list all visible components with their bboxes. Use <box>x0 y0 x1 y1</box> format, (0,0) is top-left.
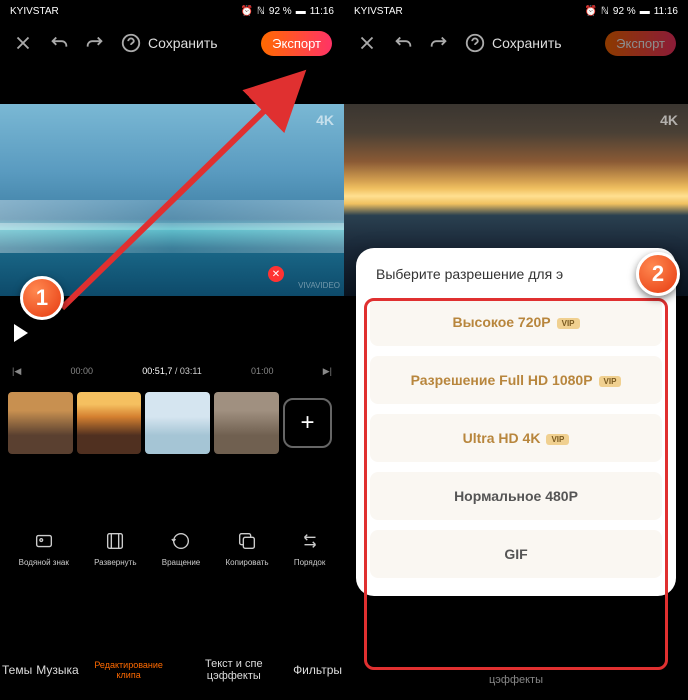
tab-effects-label: цэффекты <box>344 674 688 686</box>
alarm-icon: ⏰ <box>240 6 252 17</box>
undo-icon[interactable] <box>392 32 414 54</box>
timeline-end: 01:00 <box>251 366 274 376</box>
tab-text-effects[interactable]: Текст и спе цэффекты <box>177 654 292 686</box>
add-clip-button[interactable]: + <box>283 398 332 448</box>
save-button[interactable]: Сохранить <box>492 35 562 51</box>
timeline[interactable]: |◀ 00:00 00:51,7 / 03:11 01:00 ▶| <box>0 358 344 384</box>
bottom-tabs: Темы Музыка Редактирование клипа Текст и… <box>0 654 344 686</box>
timeline-current: 00:51,7 / 03:11 <box>142 366 201 376</box>
close-icon[interactable] <box>356 32 378 54</box>
tool-watermark[interactable]: Водяной знак <box>19 530 69 567</box>
top-bar: Сохранить Экспорт <box>0 22 344 64</box>
badge-4k: 4K <box>316 112 334 128</box>
remove-watermark-icon[interactable]: ✕ <box>268 266 284 282</box>
clip-thumbnail[interactable] <box>145 392 210 454</box>
timeline-next-icon[interactable]: ▶| <box>323 366 332 377</box>
timeline-prev-icon[interactable]: |◀ <box>12 366 21 377</box>
resolution-1080p[interactable]: Разрешение Full HD 1080PVIP <box>370 356 662 404</box>
undo-icon[interactable] <box>48 32 70 54</box>
clip-thumbnail[interactable] <box>77 392 142 454</box>
badge-4k: 4K <box>660 112 678 128</box>
resolution-gif[interactable]: GIF <box>370 530 662 578</box>
battery-icon: ▬ <box>296 6 306 17</box>
battery-label: 92 % <box>269 6 292 17</box>
redo-icon[interactable] <box>428 32 450 54</box>
export-button[interactable]: Экспорт <box>605 31 676 56</box>
tool-copy[interactable]: Копировать <box>226 530 269 567</box>
tab-music[interactable]: Музыка <box>34 659 80 681</box>
resolution-modal: Выберите разрешение для э Высокое 720PVI… <box>356 248 676 596</box>
annotation-marker-1: 1 <box>20 276 64 320</box>
timeline-start: 00:00 <box>71 366 94 376</box>
carrier-label: KYIVSTAR <box>10 6 59 17</box>
status-bar: KYIVSTAR ⏰ ℕ 92 % ▬ 11:16 <box>0 0 344 22</box>
resolution-4k[interactable]: Ultra HD 4KVIP <box>370 414 662 462</box>
status-bar: KYIVSTAR ⏰ℕ 92 % ▬ 11:16 <box>344 0 688 22</box>
tool-order[interactable]: Порядок <box>294 530 326 567</box>
save-button[interactable]: Сохранить <box>148 35 218 51</box>
nfc-icon: ℕ <box>257 6 265 17</box>
tool-rotate[interactable]: Вращение <box>162 530 201 567</box>
help-icon[interactable] <box>464 32 486 54</box>
tab-edit[interactable]: Редактирование клипа <box>81 656 177 684</box>
screenshot-left: KYIVSTAR ⏰ ℕ 92 % ▬ 11:16 Сохранить Эксп… <box>0 0 344 700</box>
clip-thumbnail[interactable] <box>8 392 73 454</box>
video-preview[interactable]: 4K ✕ VIVAVIDEO <box>0 104 344 296</box>
help-icon[interactable] <box>120 32 142 54</box>
clip-strip[interactable]: + <box>0 390 344 456</box>
top-bar: Сохранить Экспорт <box>344 22 688 64</box>
tab-themes[interactable]: Темы <box>0 659 34 681</box>
tab-filters[interactable]: Фильтры <box>291 659 344 681</box>
redo-icon[interactable] <box>84 32 106 54</box>
tool-expand[interactable]: Развернуть <box>94 530 136 567</box>
resolution-480p[interactable]: Нормальное 480P <box>370 472 662 520</box>
screenshot-right: KYIVSTAR ⏰ℕ 92 % ▬ 11:16 Сохранить Экспо… <box>344 0 688 700</box>
export-button[interactable]: Экспорт <box>261 31 332 56</box>
clip-thumbnail[interactable] <box>214 392 279 454</box>
modal-title: Выберите разрешение для э <box>370 266 662 282</box>
annotation-marker-2: 2 <box>636 252 680 296</box>
play-icon[interactable] <box>14 324 28 342</box>
close-icon[interactable] <box>12 32 34 54</box>
resolution-720p[interactable]: Высокое 720PVIP <box>370 298 662 346</box>
tool-row: Водяной знак Развернуть Вращение Копиров… <box>0 530 344 567</box>
time-label: 11:16 <box>310 6 334 17</box>
watermark-label: VIVAVIDEO <box>298 281 340 290</box>
